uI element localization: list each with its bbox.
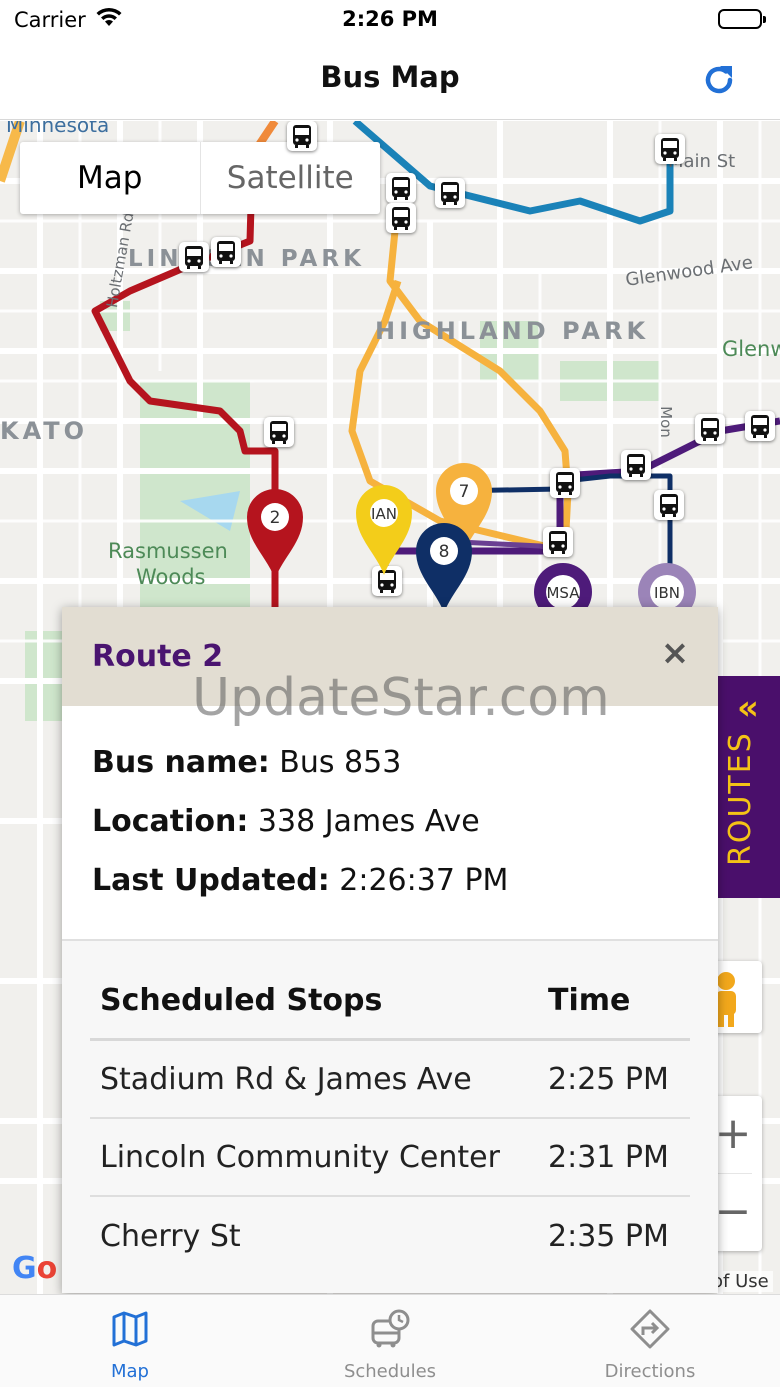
last-updated-row: Last Updated: 2:26:37 PM xyxy=(92,863,508,898)
stop-name: Stadium Rd & James Ave xyxy=(100,1061,472,1097)
tab-schedules-label: Schedules xyxy=(343,1361,437,1382)
header-scheduled-stops: Scheduled Stops xyxy=(100,983,383,1018)
map-label-highland-park: HIGHLAND PARK xyxy=(375,317,650,345)
map-label-rasmussen: Rasmussen xyxy=(108,539,228,563)
status-bar: Carrier 2:26 PM xyxy=(0,0,780,40)
route-ian-marker[interactable]: IAN xyxy=(354,483,414,578)
tab-map-label: Map xyxy=(111,1361,149,1382)
app-screen: Carrier 2:26 PM Bus Map Minnesota LINCOL… xyxy=(0,0,780,1387)
map-type-toggle: Map Satellite xyxy=(20,142,380,214)
google-logo: Go xyxy=(12,1251,58,1286)
bus-name-value: Bus 853 xyxy=(279,745,402,780)
battery-icon xyxy=(718,9,766,29)
bus-stop-icon[interactable] xyxy=(745,411,775,441)
tab-directions-label: Directions xyxy=(604,1361,696,1382)
bus-stop-icon[interactable] xyxy=(543,527,573,557)
routes-tab-label: ROUTES xyxy=(723,731,758,866)
refresh-icon xyxy=(705,66,733,94)
route-8-marker-label: 8 xyxy=(439,542,450,562)
last-updated-value: 2:26:37 PM xyxy=(339,863,509,898)
bus-name-label: Bus name: xyxy=(92,745,270,780)
table-header: Scheduled Stops Time xyxy=(90,963,690,1041)
route-8-marker[interactable]: 8 xyxy=(414,521,474,616)
bus-stop-icon[interactable] xyxy=(211,237,241,267)
watermark: UpdateStar.com xyxy=(192,668,610,728)
route-ibn-marker-label: IBN xyxy=(654,584,680,602)
route-7-marker-label: 7 xyxy=(459,482,470,502)
stop-time: 2:31 PM xyxy=(548,1139,669,1175)
bus-stop-icon[interactable] xyxy=(550,468,580,498)
table-row: Lincoln Community Center 2:31 PM xyxy=(90,1119,690,1197)
bus-stop-icon[interactable] xyxy=(386,203,416,233)
table-row: Stadium Rd & James Ave 2:25 PM xyxy=(90,1041,690,1119)
tab-directions[interactable]: Directions xyxy=(520,1295,780,1387)
bus-stop-icon[interactable] xyxy=(179,242,209,272)
stop-name: Cherry St xyxy=(100,1218,241,1254)
map-label-mon: Mon xyxy=(656,406,675,438)
map-icon xyxy=(112,1311,148,1347)
scheduled-stops-section: Scheduled Stops Time Stadium Rd & James … xyxy=(62,939,718,1293)
tab-bar: Map Schedules Directions xyxy=(0,1294,780,1387)
tab-map[interactable]: Map xyxy=(0,1295,260,1387)
map-type-satellite[interactable]: Satellite xyxy=(199,142,381,214)
bus-stop-icon[interactable] xyxy=(386,173,416,203)
route-2-marker-label: 2 xyxy=(270,508,281,528)
bus-clock-icon xyxy=(371,1309,410,1348)
scheduled-stops-table: Scheduled Stops Time Stadium Rd & James … xyxy=(90,963,690,1275)
tab-schedules[interactable]: Schedules xyxy=(260,1295,520,1387)
map-label-glenw: Glenw xyxy=(722,337,780,361)
bus-stop-icon[interactable] xyxy=(695,414,725,444)
route-2-marker[interactable]: 2 xyxy=(245,487,305,582)
bus-stop-icon[interactable] xyxy=(287,121,317,151)
status-time: 2:26 PM xyxy=(342,7,438,31)
directions-icon xyxy=(630,1309,670,1349)
location-label: Location: xyxy=(92,804,249,839)
close-icon[interactable]: × xyxy=(660,636,690,670)
location-value: 338 James Ave xyxy=(257,804,480,839)
bus-stop-icon[interactable] xyxy=(621,450,651,480)
stop-name: Lincoln Community Center xyxy=(100,1139,500,1175)
map-label-kato: KATO xyxy=(0,417,89,445)
bus-stop-icon[interactable] xyxy=(654,490,684,520)
bus-stop-icon[interactable] xyxy=(264,417,294,447)
map-label-lincoln-park: LINCOLN PARK xyxy=(128,246,365,272)
page-title: Bus Map xyxy=(320,60,460,94)
map-label-minnesota: Minnesota xyxy=(6,121,110,137)
navigation-bar: Bus Map xyxy=(0,40,780,120)
map-label-woods: Woods xyxy=(136,565,206,589)
table-row: Cherry St 2:35 PM xyxy=(90,1197,690,1275)
refresh-button[interactable] xyxy=(700,60,740,100)
header-time: Time xyxy=(548,983,631,1018)
map-type-map[interactable]: Map xyxy=(20,142,200,214)
bus-name-row: Bus name: Bus 853 xyxy=(92,745,401,780)
bus-stop-icon[interactable] xyxy=(655,134,685,164)
route-ian-marker-label: IAN xyxy=(371,505,397,523)
routes-drawer-tab[interactable]: « ROUTES xyxy=(718,676,780,898)
stop-time: 2:25 PM xyxy=(548,1061,669,1097)
route-msa-marker-label: MSA xyxy=(546,584,580,602)
last-updated-label: Last Updated: xyxy=(92,863,330,898)
location-row: Location: 338 James Ave xyxy=(92,804,480,839)
stop-time: 2:35 PM xyxy=(548,1218,669,1254)
bus-stop-icon[interactable] xyxy=(435,178,465,208)
chevron-double-left-icon: « xyxy=(737,688,759,728)
